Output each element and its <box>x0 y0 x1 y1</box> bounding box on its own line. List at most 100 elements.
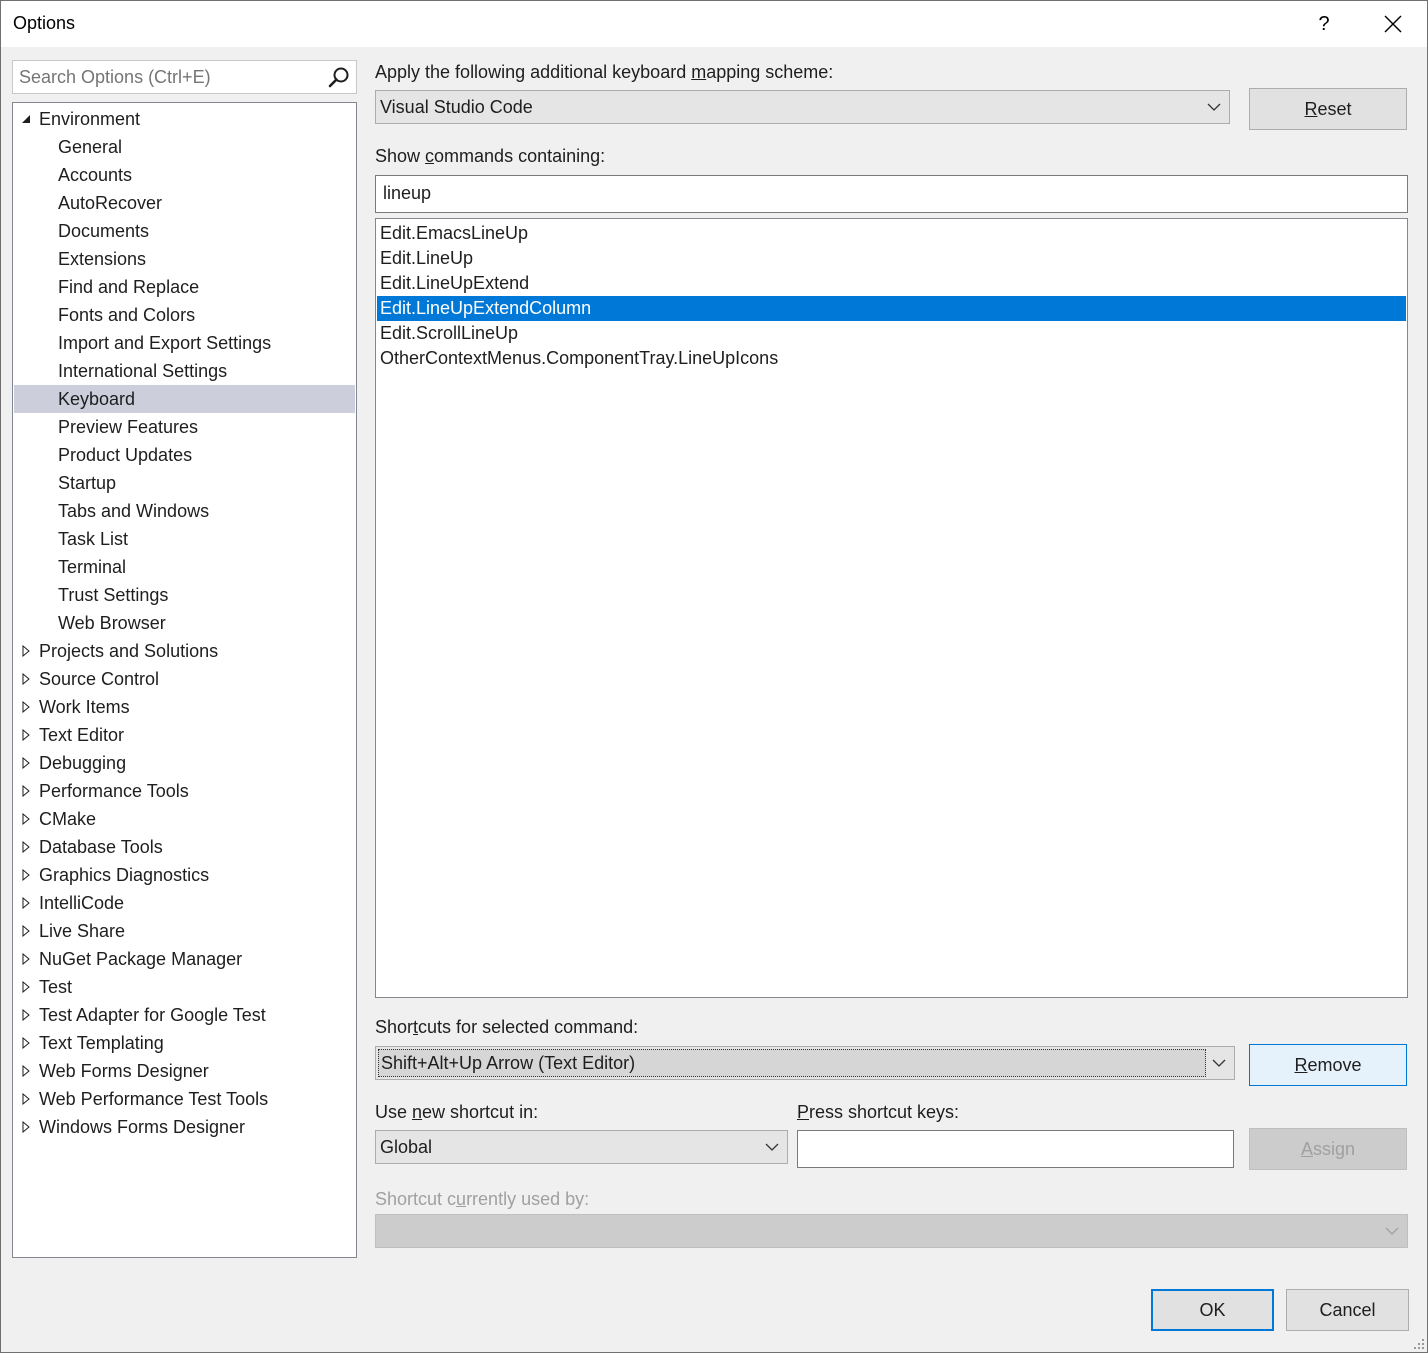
tree-item[interactable]: Import and Export Settings <box>14 329 355 357</box>
collapsed-triangle-icon[interactable] <box>20 729 32 741</box>
tree-item[interactable]: AutoRecover <box>14 189 355 217</box>
tree-item[interactable]: Documents <box>14 217 355 245</box>
tree-item[interactable]: Fonts and Colors <box>14 301 355 329</box>
tree-item-label: Terminal <box>58 557 127 577</box>
tree-item-label: Text Editor <box>39 725 125 745</box>
ok-button[interactable]: OK <box>1151 1289 1274 1331</box>
chevron-down-icon <box>765 1143 779 1151</box>
collapsed-triangle-icon[interactable] <box>20 813 32 825</box>
tree-item[interactable]: Web Forms Designer <box>14 1057 355 1085</box>
tree-item-label: Import and Export Settings <box>58 333 272 353</box>
shortcut-scope-value: Global <box>380 1137 433 1157</box>
mapping-scheme-value: Visual Studio Code <box>380 97 533 117</box>
command-list-item[interactable]: Edit.EmacsLineUp <box>377 221 1406 246</box>
tree-item[interactable]: Accounts <box>14 161 355 189</box>
tree-item-label: Task List <box>58 529 129 549</box>
tree-item[interactable]: Work Items <box>14 693 355 721</box>
shortcuts-value: Shift+Alt+Up Arrow (Text Editor) <box>378 1049 1206 1077</box>
tree-item[interactable]: Find and Replace <box>14 273 355 301</box>
tree-item[interactable]: Environment <box>14 105 355 133</box>
assign-button[interactable]: Assign <box>1249 1128 1407 1170</box>
tree-item[interactable]: NuGet Package Manager <box>14 945 355 973</box>
tree-item[interactable]: Web Browser <box>14 609 355 637</box>
tree-item[interactable]: Startup <box>14 469 355 497</box>
press-shortcut-keys-label: Press shortcut keys: <box>797 1102 960 1122</box>
show-commands-label: Show commands containing: <box>375 146 606 166</box>
mapping-scheme-dropdown[interactable]: Visual Studio Code <box>375 90 1230 124</box>
tree-item[interactable]: Text Editor <box>14 721 355 749</box>
options-tree[interactable]: Environment General Accounts AutoRecover Doc… <box>12 102 357 1258</box>
collapsed-triangle-icon[interactable] <box>20 897 32 909</box>
close-button[interactable] <box>1369 1 1417 47</box>
search-options-input[interactable] <box>19 65 319 89</box>
command-list-item[interactable]: Edit.ScrollLineUp <box>377 321 1406 346</box>
collapsed-triangle-icon[interactable] <box>20 1065 32 1077</box>
cancel-button[interactable]: Cancel <box>1286 1289 1409 1331</box>
collapsed-triangle-icon[interactable] <box>20 673 32 685</box>
expanded-triangle-icon[interactable] <box>20 113 32 125</box>
search-icon[interactable] <box>328 66 350 88</box>
collapsed-triangle-icon[interactable] <box>20 645 32 657</box>
tree-item[interactable]: Source Control <box>14 665 355 693</box>
tree-item-label: General <box>58 137 123 157</box>
tree-item-label: Web Forms Designer <box>39 1061 209 1081</box>
tree-item[interactable]: General <box>14 133 355 161</box>
collapsed-triangle-icon[interactable] <box>20 869 32 881</box>
collapsed-triangle-icon[interactable] <box>20 1093 32 1105</box>
tree-item[interactable]: CMake <box>14 805 355 833</box>
collapsed-triangle-icon[interactable] <box>20 1121 32 1133</box>
tree-item[interactable]: Live Share <box>14 917 355 945</box>
command-list-item[interactable]: OtherContextMenus.ComponentTray.LineUpIc… <box>377 346 1406 371</box>
tree-item[interactable]: Product Updates <box>14 441 355 469</box>
command-list[interactable]: Edit.EmacsLineUp Edit.LineUp Edit.LineUpEx… <box>375 218 1408 998</box>
tree-item[interactable]: Graphics Diagnostics <box>14 861 355 889</box>
tree-item-label: Environment <box>39 109 141 129</box>
command-filter-input[interactable]: lineup <box>375 175 1408 213</box>
search-options-box[interactable] <box>12 60 357 94</box>
tree-item[interactable]: Test Adapter for Google Test <box>14 1001 355 1029</box>
collapsed-triangle-icon[interactable] <box>20 757 32 769</box>
tree-item-label: AutoRecover <box>58 193 163 213</box>
tree-item[interactable]: Preview Features <box>14 413 355 441</box>
close-icon <box>1384 15 1402 33</box>
tree-item-label: Documents <box>58 221 150 241</box>
tree-item-label: Web Performance Test Tools <box>39 1089 269 1109</box>
tree-item[interactable]: Extensions <box>14 245 355 273</box>
tree-item-label: Startup <box>58 473 117 493</box>
command-list-item[interactable]: Edit.LineUpExtend <box>377 271 1406 296</box>
tree-item[interactable]: Debugging <box>14 749 355 777</box>
collapsed-triangle-icon[interactable] <box>20 785 32 797</box>
tree-item[interactable]: Database Tools <box>14 833 355 861</box>
collapsed-triangle-icon[interactable] <box>20 953 32 965</box>
collapsed-triangle-icon[interactable] <box>20 701 32 713</box>
tree-item[interactable]: Tabs and Windows <box>14 497 355 525</box>
tree-item[interactable]: Trust Settings <box>14 581 355 609</box>
collapsed-triangle-icon[interactable] <box>20 1009 32 1021</box>
tree-item[interactable]: Projects and Solutions <box>14 637 355 665</box>
shortcut-used-by-dropdown[interactable] <box>375 1214 1408 1248</box>
tree-item[interactable]: Windows Forms Designer <box>14 1113 355 1141</box>
command-list-item[interactable]: Edit.LineUp <box>377 246 1406 271</box>
help-button[interactable]: ? <box>1301 1 1347 47</box>
tree-item[interactable]: Terminal <box>14 553 355 581</box>
tree-item[interactable]: Keyboard <box>14 385 355 413</box>
resize-grip-icon[interactable] <box>1413 1338 1425 1350</box>
tree-item[interactable]: International Settings <box>14 357 355 385</box>
tree-item[interactable]: IntelliCode <box>14 889 355 917</box>
shortcuts-dropdown[interactable]: Shift+Alt+Up Arrow (Text Editor) <box>375 1046 1235 1080</box>
tree-item[interactable]: Performance Tools <box>14 777 355 805</box>
press-shortcut-keys-input[interactable] <box>797 1130 1234 1168</box>
collapsed-triangle-icon[interactable] <box>20 1037 32 1049</box>
tree-item[interactable]: Task List <box>14 525 355 553</box>
tree-item[interactable]: Test <box>14 973 355 1001</box>
tree-item[interactable]: Web Performance Test Tools <box>14 1085 355 1113</box>
collapsed-triangle-icon[interactable] <box>20 925 32 937</box>
command-filter-value: lineup <box>383 183 432 203</box>
collapsed-triangle-icon[interactable] <box>20 841 32 853</box>
collapsed-triangle-icon[interactable] <box>20 981 32 993</box>
shortcut-scope-dropdown[interactable]: Global <box>375 1130 788 1164</box>
tree-item[interactable]: Text Templating <box>14 1029 355 1057</box>
command-list-item[interactable]: Edit.LineUpExtendColumn <box>377 296 1406 321</box>
reset-button[interactable]: Reset <box>1249 88 1407 130</box>
remove-button[interactable]: Remove <box>1249 1044 1407 1086</box>
